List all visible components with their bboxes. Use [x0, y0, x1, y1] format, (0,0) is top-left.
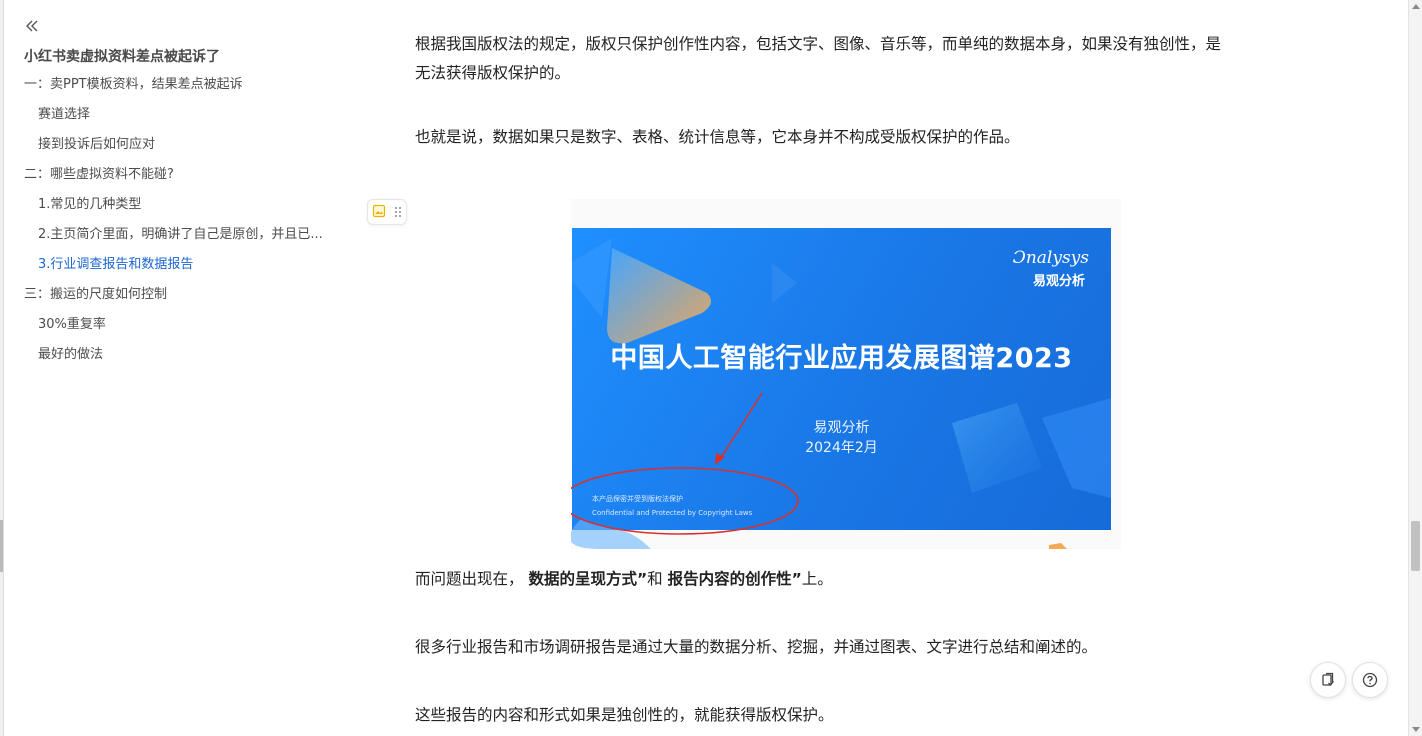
scroll-down-arrow[interactable] — [1412, 727, 1420, 732]
double-chevron-left-icon — [26, 20, 38, 32]
annotation-overlay — [571, 392, 1067, 549]
left-edge — [0, 0, 4, 736]
outline-item-active[interactable]: 3.行业调查报告和数据报告 — [24, 254, 364, 284]
outline-item[interactable]: 30%重复率 — [24, 314, 364, 344]
red-arrow-annotation — [718, 392, 763, 462]
scrollbar-thumb[interactable] — [1411, 521, 1420, 571]
block-toolbar — [367, 199, 407, 225]
paragraph: 根据我国版权法的规定，版权只保护创作性内容，包括文字、图像、音乐等，而单纯的数据… — [415, 35, 1222, 82]
document-page: 小红书卖虚拟资料差点被起诉了 一：卖PPT模板资料，结果差点被起诉 赛道选择 接… — [0, 0, 1422, 736]
outline-list: 一：卖PPT模板资料，结果差点被起诉 赛道选择 接到投诉后如何应对 二：哪些虚拟… — [24, 74, 364, 374]
scroll-up-arrow[interactable] — [1412, 4, 1420, 9]
help-circle-icon — [1362, 672, 1378, 688]
outline-title[interactable]: 小红书卖虚拟资料差点被起诉了 — [24, 46, 220, 66]
copy-button[interactable] — [1310, 662, 1346, 698]
report-cover-image[interactable]: Ɔnalysys 易观分析 中国人工智能行业应用发展图谱2023 易观分析 20… — [571, 199, 1121, 549]
help-button[interactable] — [1352, 662, 1388, 698]
outline-item[interactable]: 二：哪些虚拟资料不能碰? — [24, 164, 364, 194]
paragraph: 很多行业报告和市场调研报告是通过大量的数据分析、挖掘，并通过图表、文字进行总结和… — [415, 638, 1098, 656]
outline-item[interactable]: 1.常见的几种类型 — [24, 194, 364, 224]
bold-text: 数据的呈现方式” — [528, 570, 648, 588]
text-run: 而问题出现在， — [415, 570, 524, 588]
outline-item[interactable]: 三：搬运的尺度如何控制 — [24, 284, 364, 314]
image-icon[interactable] — [372, 203, 386, 222]
paragraph-emphasis: 而问题出现在， 数据的呈现方式”和 报告内容的创作性”上。 — [415, 565, 1225, 594]
outline-item[interactable]: 最好的做法 — [24, 344, 364, 374]
red-circle-annotation — [571, 467, 799, 535]
paragraph: 也就是说，数据如果只是数字、表格、统计信息等，它本身并不构成受版权保护的作品。 — [415, 128, 1020, 146]
vertical-scrollbar[interactable] — [1408, 0, 1422, 736]
outline-item[interactable]: 赛道选择 — [24, 104, 364, 134]
drag-handle-icon[interactable] — [394, 203, 402, 222]
outline-item[interactable]: 接到投诉后如何应对 — [24, 134, 364, 164]
bold-text: 报告内容的创作性” — [667, 570, 802, 588]
copy-doc-icon — [1322, 672, 1334, 686]
outline-item[interactable]: 一：卖PPT模板资料，结果差点被起诉 — [24, 74, 364, 104]
paragraph: 这些报告的内容和形式如果是独创性的，就能获得版权保护。 — [415, 706, 834, 724]
collapse-outline-button[interactable] — [20, 14, 44, 38]
text-run: 和 — [647, 570, 668, 588]
text-run: 上。 — [801, 570, 833, 588]
outline-item[interactable]: 2.主页简介里面，明确讲了自己是原创，并且已... — [24, 224, 364, 254]
